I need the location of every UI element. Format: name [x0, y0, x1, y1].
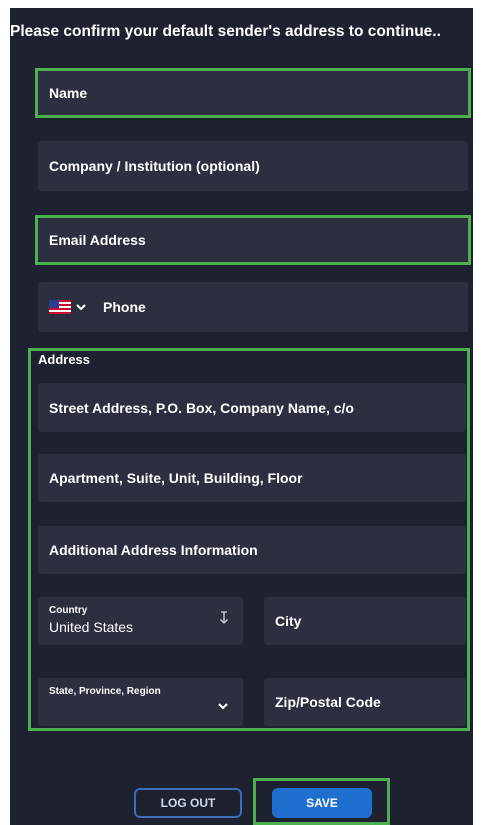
us-flag-icon[interactable]	[49, 300, 71, 314]
email-field[interactable]: Email Address	[38, 218, 468, 262]
chevron-down-icon	[217, 698, 229, 714]
apartment-placeholder: Apartment, Suite, Unit, Building, Floor	[49, 470, 303, 486]
additional-address-field[interactable]: Additional Address Information	[38, 526, 466, 574]
address-section-label: Address	[38, 352, 91, 367]
country-value: United States	[49, 619, 134, 635]
zip-field[interactable]: Zip/Postal Code	[264, 678, 466, 726]
country-label: Country	[49, 605, 88, 616]
chevron-down-icon[interactable]	[75, 302, 87, 312]
name-field[interactable]: Name	[38, 71, 468, 115]
page-title: Please confirm your default sender's add…	[10, 23, 441, 40]
company-placeholder: Company / Institution (optional)	[49, 158, 260, 174]
street-address-field[interactable]: Street Address, P.O. Box, Company Name, …	[38, 383, 466, 432]
city-field[interactable]: City	[264, 597, 466, 645]
phone-field[interactable]: Phone	[38, 282, 468, 332]
sort-arrow-icon	[219, 611, 229, 628]
name-placeholder: Name	[49, 85, 88, 101]
zip-placeholder: Zip/Postal Code	[275, 694, 381, 710]
phone-placeholder: Phone	[103, 299, 146, 315]
city-placeholder: City	[275, 613, 302, 629]
save-label: SAVE	[306, 796, 338, 810]
email-placeholder: Email Address	[49, 232, 146, 248]
state-select[interactable]: State, Province, Region	[38, 678, 243, 726]
company-field[interactable]: Company / Institution (optional)	[38, 141, 468, 191]
logout-label: LOG OUT	[160, 796, 216, 810]
additional-address-placeholder: Additional Address Information	[49, 542, 258, 558]
country-select[interactable]: Country United States	[38, 597, 243, 645]
street-address-placeholder: Street Address, P.O. Box, Company Name, …	[49, 399, 354, 416]
state-label: State, Province, Region	[49, 686, 161, 697]
logout-button[interactable]: LOG OUT	[134, 788, 242, 818]
apartment-field[interactable]: Apartment, Suite, Unit, Building, Floor	[38, 454, 466, 502]
save-button[interactable]: SAVE	[272, 788, 372, 818]
